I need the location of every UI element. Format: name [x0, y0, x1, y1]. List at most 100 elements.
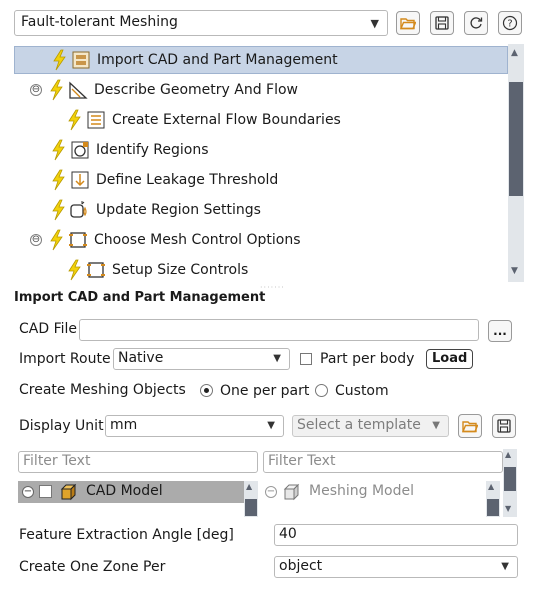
- part-per-body-checkbox[interactable]: [300, 353, 312, 365]
- import-route-label: Import Route: [19, 351, 111, 367]
- zone-per-value: object: [279, 558, 323, 574]
- cad-list-scrollbar[interactable]: ▲: [244, 481, 258, 517]
- lightning-bolt-icon: [52, 199, 65, 221]
- save-icon: [497, 419, 511, 433]
- zone-per-select[interactable]: object ▼: [274, 556, 518, 578]
- one-per-part-radio[interactable]: [200, 384, 213, 397]
- cad-file-input[interactable]: [79, 319, 479, 341]
- lightning-bolt-icon: [68, 109, 81, 131]
- import-route-select[interactable]: Native ▼: [113, 348, 290, 370]
- scroll-down-icon[interactable]: ▼: [505, 504, 511, 513]
- help-icon: ?: [502, 15, 518, 31]
- scroll-up-icon[interactable]: ▲: [505, 450, 511, 459]
- chevron-down-icon: ▼: [432, 420, 440, 431]
- refresh-button[interactable]: [464, 11, 488, 35]
- scroll-thumb[interactable]: [245, 499, 257, 516]
- template-save-button[interactable]: [492, 414, 516, 438]
- size-controls-icon: [87, 262, 105, 278]
- tree-scrollbar[interactable]: ▲ ▼: [508, 44, 524, 282]
- scroll-down-icon[interactable]: ▼: [511, 266, 518, 276]
- part-per-body-label: Part per body: [320, 351, 415, 367]
- chevron-down-icon: ▼: [501, 561, 509, 572]
- scroll-thumb[interactable]: [509, 82, 523, 196]
- cad-file-label: CAD File: [19, 321, 78, 337]
- cad-model-icon: [60, 483, 77, 501]
- scroll-up-icon[interactable]: ▲: [246, 482, 252, 491]
- scroll-thumb[interactable]: [504, 467, 516, 491]
- feature-angle-label: Feature Extraction Angle [deg]: [19, 527, 234, 543]
- lightning-bolt-icon: [52, 139, 65, 161]
- region-settings-icon: [70, 201, 87, 218]
- regions-icon: [71, 141, 89, 159]
- lightning-bolt-icon: [50, 229, 63, 251]
- tree-item-leakage-threshold[interactable]: Define Leakage Threshold: [14, 166, 508, 194]
- scroll-up-icon[interactable]: ▲: [488, 482, 494, 491]
- meshing-list-scrollbar[interactable]: ▲: [486, 481, 500, 517]
- display-unit-label: Display Unit: [19, 418, 104, 434]
- display-unit-value: mm: [110, 417, 138, 433]
- tree-item-region-settings[interactable]: Update Region Settings: [14, 196, 508, 224]
- tree-item-label: Describe Geometry And Flow: [94, 82, 298, 98]
- tree-item-label: Create External Flow Boundaries: [112, 112, 341, 128]
- tree-item-label: Choose Mesh Control Options: [94, 232, 301, 248]
- tree-item-external-flow[interactable]: Create External Flow Boundaries: [14, 106, 508, 134]
- cad-model-label: CAD Model: [86, 483, 163, 499]
- open-folder-button[interactable]: [396, 11, 420, 35]
- lightning-bolt-icon: [50, 79, 63, 101]
- tree-item-identify-regions[interactable]: Identify Regions: [14, 136, 508, 164]
- browse-button[interactable]: ...: [488, 320, 512, 342]
- feature-angle-input[interactable]: 40: [274, 524, 518, 546]
- tree-item-label: Identify Regions: [96, 142, 209, 158]
- meshing-filter-input[interactable]: Filter Text: [263, 451, 503, 473]
- chevron-down-icon: ▼: [370, 17, 379, 30]
- template-open-button[interactable]: [458, 414, 482, 438]
- workflow-select[interactable]: Fault-tolerant Meshing ▼: [14, 10, 388, 36]
- svg-text:?: ?: [507, 19, 512, 30]
- import-cad-icon: [72, 51, 90, 69]
- meshing-objects-label: Create Meshing Objects: [19, 382, 186, 398]
- meshing-model-icon: [283, 483, 300, 501]
- tree-item-mesh-control[interactable]: ⊖ Choose Mesh Control Options: [14, 226, 508, 254]
- scroll-thumb[interactable]: [487, 499, 499, 516]
- tree-item-size-controls[interactable]: Setup Size Controls: [14, 256, 508, 282]
- lightning-bolt-icon: [52, 169, 65, 191]
- scroll-up-icon[interactable]: ▲: [511, 48, 518, 58]
- right-list-scrollbar[interactable]: ▲ ▼: [503, 449, 517, 517]
- collapse-icon[interactable]: ⊖: [30, 234, 42, 246]
- lightning-bolt-icon: [68, 259, 81, 281]
- collapse-icon[interactable]: ⊖: [30, 84, 42, 96]
- meshing-model-label: Meshing Model: [309, 483, 414, 499]
- refresh-icon: [470, 17, 483, 29]
- template-placeholder: Select a template: [297, 417, 421, 433]
- cad-model-checkbox[interactable]: [39, 485, 52, 498]
- geometry-icon: [69, 81, 88, 99]
- collapse-icon[interactable]: −: [22, 486, 34, 498]
- leakage-icon: [71, 171, 89, 189]
- display-unit-select[interactable]: mm ▼: [105, 415, 284, 437]
- panel-title: Import CAD and Part Management: [14, 290, 266, 305]
- meshing-model-row[interactable]: − Meshing Model: [263, 481, 485, 503]
- import-route-value: Native: [118, 350, 164, 366]
- chevron-down-icon: ▼: [267, 420, 275, 431]
- zone-per-label: Create One Zone Per: [19, 559, 166, 575]
- tree-item-label: Setup Size Controls: [112, 262, 249, 278]
- custom-radio[interactable]: [315, 384, 328, 397]
- workflow-select-value: Fault-tolerant Meshing: [21, 14, 178, 30]
- tree-item-label: Update Region Settings: [96, 202, 261, 218]
- save-icon: [435, 16, 449, 30]
- collapse-icon[interactable]: −: [265, 486, 277, 498]
- cad-model-row[interactable]: − CAD Model: [18, 481, 244, 503]
- template-select[interactable]: Select a template ▼: [292, 415, 449, 437]
- custom-label: Custom: [335, 383, 389, 399]
- tree-item-describe-geometry[interactable]: ⊖ Describe Geometry And Flow: [14, 76, 508, 104]
- load-button[interactable]: Load: [426, 349, 474, 369]
- open-folder-icon: [400, 18, 416, 30]
- tree-item-import-cad[interactable]: Import CAD and Part Management: [14, 46, 508, 74]
- mesh-control-icon: [69, 232, 87, 248]
- one-per-part-label: One per part: [220, 383, 310, 399]
- help-button[interactable]: ?: [498, 11, 522, 35]
- save-button[interactable]: [430, 11, 454, 35]
- cad-filter-input[interactable]: Filter Text: [18, 451, 258, 473]
- lightning-bolt-icon: [53, 49, 66, 71]
- open-folder-icon: [462, 421, 478, 433]
